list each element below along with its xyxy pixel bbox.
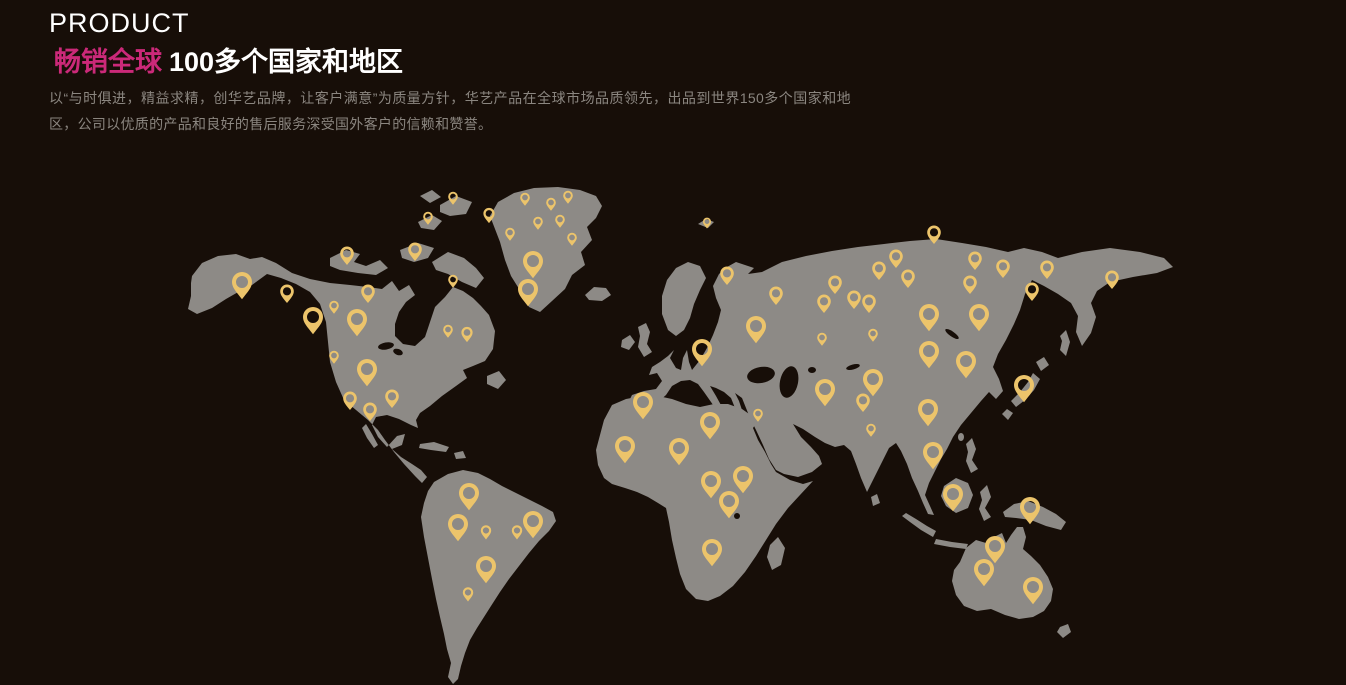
location-pin-icon bbox=[303, 307, 323, 334]
location-pin-icon bbox=[1025, 283, 1039, 302]
location-pin-icon bbox=[280, 285, 294, 304]
page-root: { "header": { "title": "PRODUCT", "subti… bbox=[0, 0, 1346, 685]
continent-landmass bbox=[188, 187, 1173, 684]
world-distribution-map bbox=[0, 0, 1346, 685]
